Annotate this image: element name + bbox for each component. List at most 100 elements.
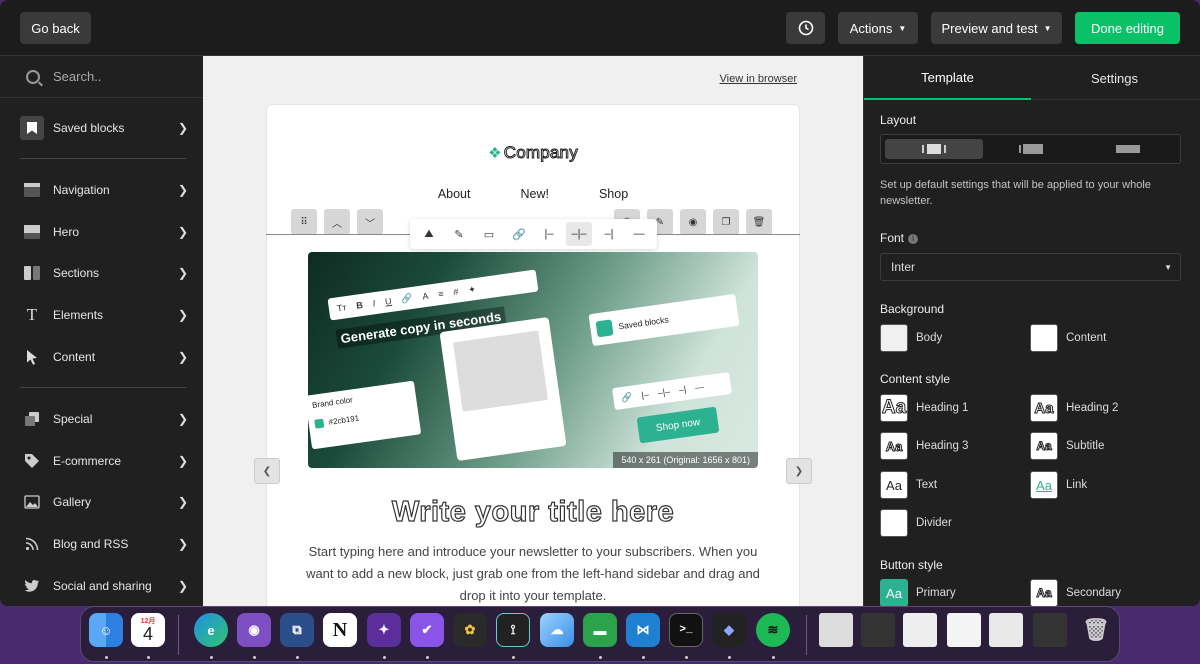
style-heading-3[interactable]: Aa Heading 3: [880, 432, 968, 460]
text-swatch[interactable]: Aa: [880, 471, 908, 499]
finder-icon[interactable]: ☺: [89, 613, 123, 647]
align-center-icon[interactable]: –|–: [566, 222, 592, 246]
menu-item-new[interactable]: New!: [520, 187, 548, 201]
running-indicator: [512, 656, 515, 659]
style-divider[interactable]: Divider: [880, 509, 952, 537]
window-thumbnail-icon[interactable]: [947, 613, 981, 647]
drag-handle-icon[interactable]: ⠿: [291, 209, 317, 235]
window-thumbnail-icon[interactable]: [1033, 613, 1067, 647]
trash-icon[interactable]: 🗑: [1079, 613, 1113, 647]
vscode-icon[interactable]: ⋈: [626, 613, 660, 647]
full-width-icon[interactable]: —: [626, 222, 652, 246]
document-thumbnail-icon[interactable]: [819, 613, 853, 647]
btn-style-primary[interactable]: Aa Primary: [880, 579, 956, 606]
bg-content-swatch[interactable]: [1030, 324, 1058, 352]
image-replace-icon[interactable]: ⛰: [416, 222, 442, 246]
messages-icon[interactable]: ▬: [583, 613, 617, 647]
layout-option-wide[interactable]: [982, 139, 1080, 159]
bg-content-swatch-row[interactable]: Content: [1030, 324, 1106, 352]
delete-icon[interactable]: 🗑: [746, 209, 772, 235]
move-up-icon[interactable]: ︿: [324, 209, 350, 235]
menu-item-about[interactable]: About: [438, 187, 471, 201]
sidebar-item-e-commerce[interactable]: E-commerce ❯: [20, 448, 188, 474]
subtitle-swatch[interactable]: Aa: [1030, 432, 1058, 460]
company-logo[interactable]: ❖ Company: [267, 143, 799, 163]
bg-body-swatch[interactable]: [880, 324, 908, 352]
primary-swatch[interactable]: Aa: [880, 579, 908, 606]
sidebar-item-label: Sections: [53, 266, 100, 280]
sidebar-item-gallery[interactable]: Gallery ❯: [20, 489, 188, 515]
style-link[interactable]: Aa Link: [1030, 471, 1087, 499]
window-thumbnail-icon[interactable]: [861, 613, 895, 647]
preview-test-button[interactable]: Preview and test ▼: [931, 12, 1062, 44]
image-dimensions-caption: 540 x 261 (Original: 1656 x 801): [613, 452, 758, 468]
divider-swatch[interactable]: [880, 509, 908, 537]
sidebar-item-hero[interactable]: Hero ❯: [20, 219, 188, 245]
tasks-icon[interactable]: ✔: [410, 613, 444, 647]
edge-icon[interactable]: e: [194, 613, 228, 647]
cloud-app-icon[interactable]: ☁: [540, 613, 574, 647]
terminal-icon[interactable]: >_: [669, 613, 703, 647]
style-heading-1[interactable]: Aa Heading 1: [880, 394, 968, 422]
obsidian-icon[interactable]: ◆: [712, 613, 746, 647]
craft-icon[interactable]: ✦: [367, 613, 401, 647]
btn-style-secondary[interactable]: Aa Secondary: [1030, 579, 1121, 606]
next-arrow-button[interactable]: ❯: [786, 458, 812, 484]
sidebar-item-saved-blocks[interactable]: Saved blocks ❯: [20, 115, 188, 141]
window-manager-icon[interactable]: ⧉: [280, 613, 314, 647]
style-text[interactable]: Aa Text: [880, 471, 937, 499]
alt-text-icon[interactable]: ▭: [476, 222, 502, 246]
link-swatch[interactable]: Aa: [1030, 471, 1058, 499]
sidebar-item-content[interactable]: Content ❯: [20, 344, 188, 370]
search-bar[interactable]: Search..: [0, 56, 203, 98]
link-icon[interactable]: 🔗: [506, 222, 532, 246]
heading-1-swatch[interactable]: Aa: [880, 394, 908, 422]
heading-2-swatch[interactable]: Aa: [1030, 394, 1058, 422]
ulysses-icon[interactable]: ✿: [453, 613, 487, 647]
github-icon[interactable]: ◉: [237, 613, 271, 647]
align-left-icon[interactable]: |–: [536, 222, 562, 246]
calendar-icon[interactable]: 12月 4: [131, 613, 165, 647]
sidebar-item-sections[interactable]: Sections ❯: [20, 260, 188, 286]
go-back-button[interactable]: Go back: [20, 12, 91, 44]
font-select[interactable]: Inter ▼: [880, 253, 1181, 281]
image-edit-icon[interactable]: ✎: [446, 222, 472, 246]
layout-option-centered[interactable]: [885, 139, 983, 159]
sidebar-item-special[interactable]: Special ❯: [20, 406, 188, 432]
bg-body-swatch-row[interactable]: Body: [880, 324, 942, 352]
window-thumbnail-icon[interactable]: [903, 613, 937, 647]
font-label: Font: [880, 231, 905, 245]
layout-option-full[interactable]: [1079, 139, 1177, 159]
sourcetree-icon[interactable]: ⟟: [496, 613, 530, 647]
newsletter-menu: About New! Shop: [267, 187, 799, 201]
spotify-icon[interactable]: ≋: [756, 613, 790, 647]
newsletter-paragraph[interactable]: Start typing here and introduce your new…: [296, 541, 770, 606]
secondary-swatch[interactable]: Aa: [1030, 579, 1058, 606]
heading-3-swatch[interactable]: Aa: [880, 432, 908, 460]
history-button[interactable]: [786, 12, 825, 44]
view-in-browser-link[interactable]: View in browser: [720, 73, 797, 85]
style-subtitle[interactable]: Aa Subtitle: [1030, 432, 1104, 460]
tab-template[interactable]: Template: [864, 56, 1031, 100]
actions-button[interactable]: Actions ▼: [838, 12, 918, 44]
hero-image[interactable]: Tт B I U 🔗 A ≡ # ✦ Generate copy in seconds Bran…: [308, 252, 758, 468]
sidebar-item-elements[interactable]: T Elements ❯: [20, 302, 188, 328]
sidebar-item-navigation[interactable]: Navigation ❯: [20, 177, 188, 203]
tab-settings[interactable]: Settings: [1031, 56, 1198, 100]
search-input[interactable]: Search..: [53, 69, 101, 84]
move-down-icon[interactable]: ﹀: [357, 209, 383, 235]
window-thumbnail-icon[interactable]: [989, 613, 1023, 647]
menu-item-shop[interactable]: Shop: [599, 187, 628, 201]
align-right-icon[interactable]: –|: [596, 222, 622, 246]
visibility-icon[interactable]: ◉: [680, 209, 706, 235]
heading-1-label: Heading 1: [916, 402, 969, 414]
style-heading-2[interactable]: Aa Heading 2: [1030, 394, 1118, 422]
info-icon[interactable]: i: [908, 233, 919, 244]
done-editing-button[interactable]: Done editing: [1075, 12, 1180, 44]
notion-icon[interactable]: N: [323, 613, 357, 647]
newsletter-title[interactable]: Write your title here: [266, 495, 800, 529]
sidebar-item-social[interactable]: Social and sharing ❯: [20, 573, 188, 599]
duplicate-icon[interactable]: ❐: [713, 209, 739, 235]
previous-arrow-button[interactable]: ❮: [254, 458, 280, 484]
sidebar-item-blog-rss[interactable]: Blog and RSS ❯: [20, 531, 188, 557]
